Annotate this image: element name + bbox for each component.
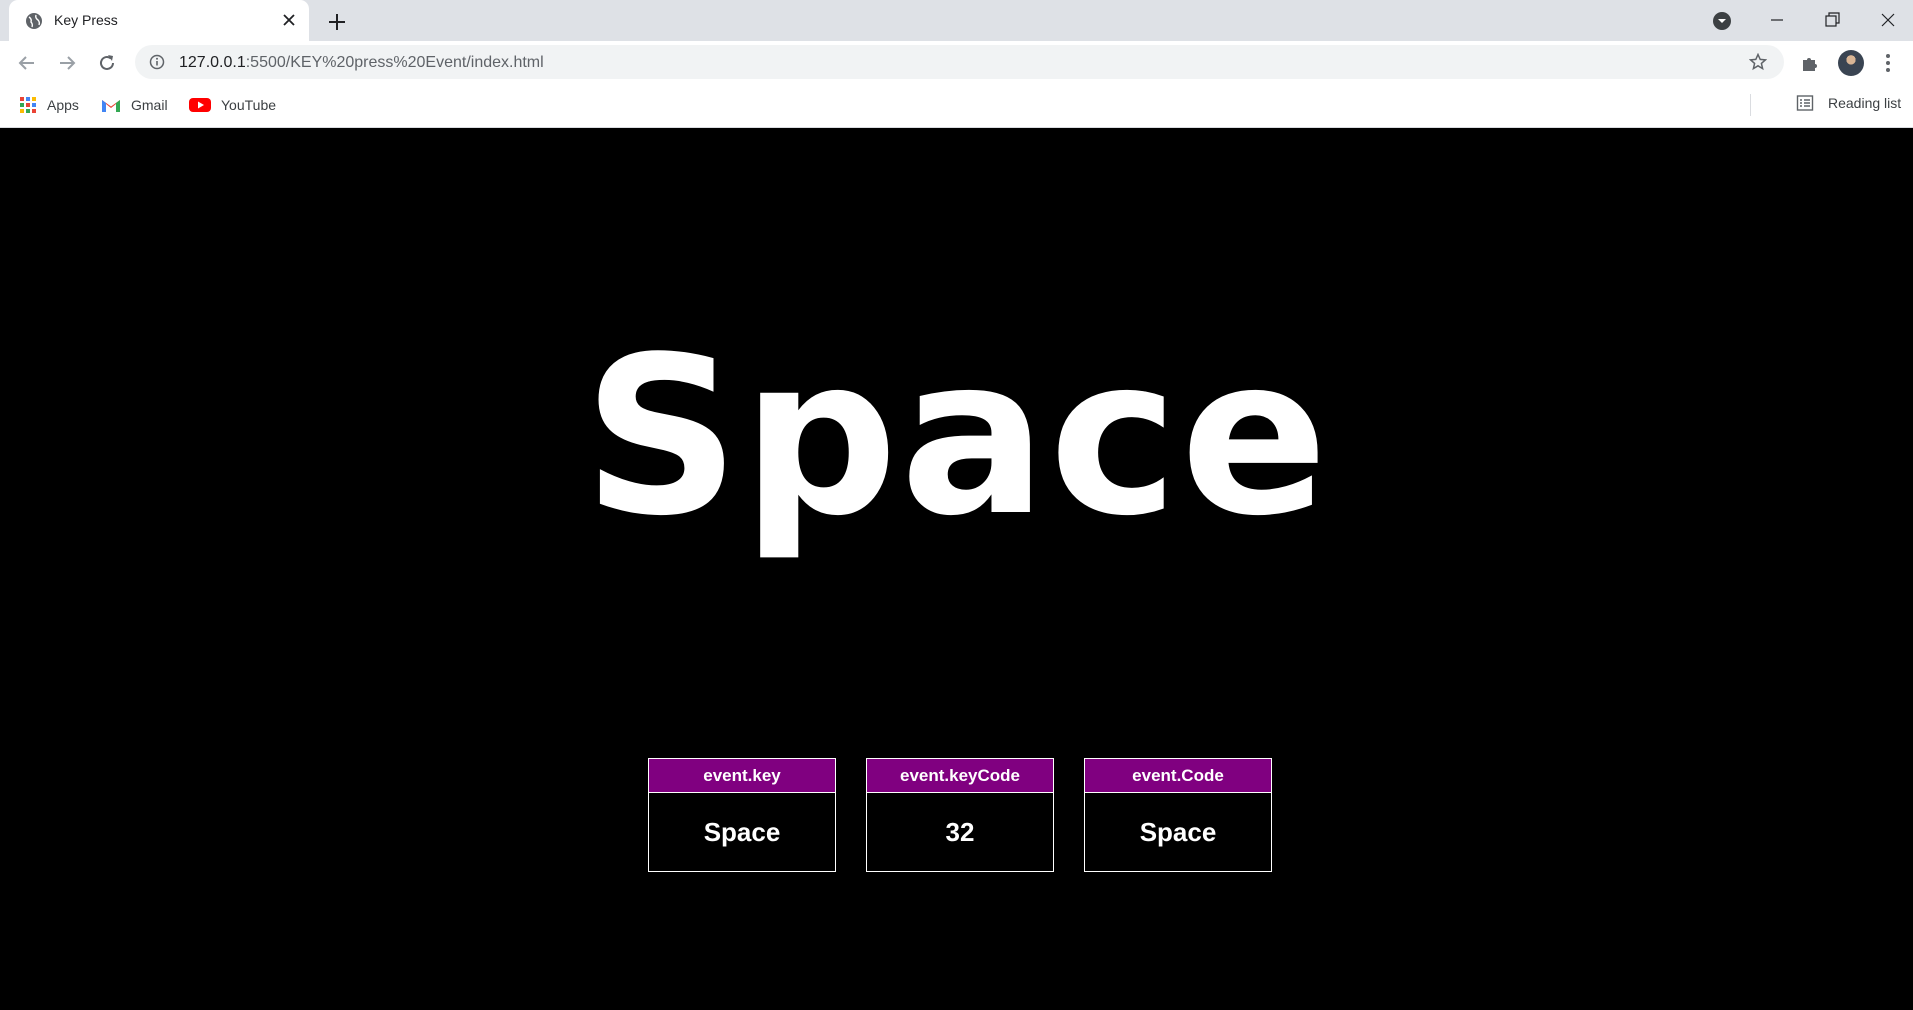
card-value: Space bbox=[1139, 816, 1217, 847]
url-path: :5500/KEY%20press%20Event/index.html bbox=[245, 54, 544, 71]
forward-arrow-icon[interactable] bbox=[56, 52, 78, 74]
url-text[interactable]: 127.0.0.1:5500/KEY%20press%20Event/index… bbox=[179, 54, 544, 72]
browser-tab[interactable]: Key Press bbox=[9, 0, 309, 41]
card-event-key: event.key Space bbox=[648, 758, 836, 872]
close-tab-icon[interactable] bbox=[281, 12, 297, 28]
tab-search-icon[interactable] bbox=[1710, 8, 1734, 32]
back-arrow-icon[interactable] bbox=[16, 52, 38, 74]
globe-icon bbox=[26, 13, 42, 29]
pressed-key-display: Space bbox=[582, 311, 1331, 564]
card-event-keycode: event.keyCode 32 bbox=[866, 758, 1054, 872]
address-bar[interactable]: 127.0.0.1:5500/KEY%20press%20Event/index… bbox=[135, 45, 1784, 79]
bookmark-label: Gmail bbox=[131, 97, 168, 113]
card-event-code: event.Code Space bbox=[1084, 758, 1272, 872]
restore-icon[interactable] bbox=[1820, 8, 1844, 32]
extensions-puzzle-icon[interactable] bbox=[1801, 54, 1819, 72]
more-menu-icon[interactable] bbox=[1885, 53, 1891, 73]
browser-toolbar: 127.0.0.1:5500/KEY%20press%20Event/index… bbox=[0, 41, 1913, 83]
gmail-icon bbox=[102, 100, 120, 112]
card-header: event.Code bbox=[1085, 759, 1271, 793]
card-value: Space bbox=[703, 816, 781, 847]
tab-strip: Key Press bbox=[0, 0, 1913, 41]
bookmark-youtube[interactable]: YouTube bbox=[189, 94, 276, 116]
apps-grid-icon bbox=[20, 97, 36, 113]
bookmark-apps[interactable]: Apps bbox=[19, 94, 79, 116]
minimize-icon[interactable] bbox=[1765, 8, 1789, 32]
key-info-cards: event.key Space event.keyCode 32 event.C… bbox=[648, 758, 1272, 872]
page-content: Space event.key Space event.keyCode 32 e… bbox=[0, 128, 1913, 1010]
profile-avatar[interactable] bbox=[1838, 50, 1864, 76]
bookmarks-bar: Apps Gmail YouTube Reading list bbox=[0, 83, 1913, 128]
reload-icon[interactable] bbox=[96, 52, 118, 74]
card-header: event.key bbox=[649, 759, 835, 793]
close-window-icon[interactable] bbox=[1876, 8, 1900, 32]
reading-list-button[interactable]: Reading list bbox=[1796, 94, 1901, 112]
new-tab-icon[interactable] bbox=[326, 11, 348, 33]
site-info-icon[interactable] bbox=[149, 54, 165, 70]
url-host: 127.0.0.1 bbox=[179, 54, 246, 71]
reading-list-label: Reading list bbox=[1828, 95, 1902, 111]
youtube-icon bbox=[189, 98, 211, 112]
bookmark-star-icon[interactable] bbox=[1749, 53, 1767, 71]
bookmark-gmail[interactable]: Gmail bbox=[101, 94, 168, 116]
reading-list-icon bbox=[1796, 95, 1814, 111]
bookmarks-divider bbox=[1750, 94, 1751, 116]
card-value: 32 bbox=[945, 816, 975, 847]
bookmark-label: Apps bbox=[47, 97, 79, 113]
card-header: event.keyCode bbox=[867, 759, 1053, 793]
bookmark-label: YouTube bbox=[221, 97, 277, 113]
tab-title: Key Press bbox=[54, 12, 118, 28]
